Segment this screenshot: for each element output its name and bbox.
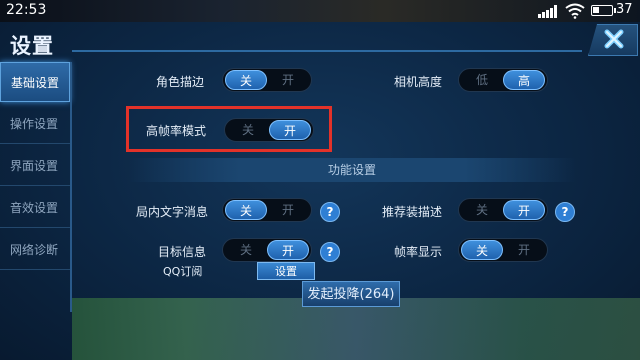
recommend-desc-label: 推荐装描述 <box>381 205 442 219</box>
status-bar: 22:53 37 <box>0 0 640 22</box>
sidebar-item-interface[interactable]: 界面设置 <box>0 146 70 186</box>
close-icon <box>604 29 624 49</box>
sidebar-item-basic[interactable]: 基础设置 <box>0 62 70 102</box>
camera-height-toggle[interactable]: 低 高 <box>458 68 548 92</box>
ingame-text-off-option[interactable]: 关 <box>225 200 267 220</box>
sidebar-item-network[interactable]: 网络诊断 <box>0 230 70 270</box>
sidebar-item-controls[interactable]: 操作设置 <box>0 104 70 144</box>
settings-panel: 设置 基础设置 操作设置 界面设置 音效设置 网络诊断 角色描边 关 开 相机高… <box>0 22 640 360</box>
ingame-text-toggle[interactable]: 关 开 <box>222 198 312 222</box>
target-info-label: 目标信息 <box>157 245 206 259</box>
target-info-off-option[interactable]: 关 <box>225 240 267 260</box>
high-fps-toggle[interactable]: 关 开 <box>224 118 314 142</box>
header-divider <box>72 50 582 52</box>
sidebar-divider <box>70 62 72 312</box>
recommend-desc-off-option[interactable]: 关 <box>461 200 503 220</box>
outline-off-option[interactable]: 关 <box>225 70 267 90</box>
surrender-button[interactable]: 发起投降(264) <box>302 281 400 307</box>
fps-display-label: 帧率显示 <box>393 245 442 259</box>
sidebar: 基础设置 操作设置 界面设置 音效设置 网络诊断 <box>0 62 70 312</box>
camera-high-option[interactable]: 高 <box>503 70 545 90</box>
target-info-on-option[interactable]: 开 <box>267 240 309 260</box>
wifi-icon <box>565 3 585 19</box>
high-fps-on-option[interactable]: 开 <box>269 120 311 140</box>
fps-display-toggle[interactable]: 关 开 <box>458 238 548 262</box>
battery-icon <box>591 5 616 16</box>
recommend-desc-help-icon[interactable]: ? <box>555 202 575 222</box>
status-time: 22:53 <box>6 2 47 18</box>
camera-height-label: 相机高度 <box>393 75 442 89</box>
high-fps-off-option[interactable]: 关 <box>227 120 269 140</box>
recommend-desc-toggle[interactable]: 关 开 <box>458 198 548 222</box>
ingame-text-on-option[interactable]: 开 <box>267 200 309 220</box>
outline-label: 角色描边 <box>155 75 204 89</box>
high-fps-label: 高帧率模式 <box>145 124 206 138</box>
target-info-help-icon[interactable]: ? <box>320 242 340 262</box>
signal-icon <box>538 5 558 18</box>
outline-on-option[interactable]: 开 <box>267 70 309 90</box>
fps-display-off-option[interactable]: 关 <box>461 240 503 260</box>
ingame-text-help-icon[interactable]: ? <box>320 202 340 222</box>
qq-subscribe-label: QQ订阅 <box>163 265 203 278</box>
function-section-title: 功能设置 <box>128 158 576 182</box>
target-info-toggle[interactable]: 关 开 <box>222 238 312 262</box>
qq-subscribe-settings-button[interactable]: 设置 <box>257 262 315 280</box>
close-button[interactable] <box>588 24 638 56</box>
sidebar-item-sound[interactable]: 音效设置 <box>0 188 70 228</box>
ingame-text-label: 局内文字消息 <box>135 205 208 219</box>
outline-toggle[interactable]: 关 开 <box>222 68 312 92</box>
battery-percent: 37 <box>616 2 633 17</box>
fps-display-on-option[interactable]: 开 <box>503 240 545 260</box>
page-title: 设置 <box>10 34 54 58</box>
recommend-desc-on-option[interactable]: 开 <box>503 200 545 220</box>
camera-low-option[interactable]: 低 <box>461 70 503 90</box>
